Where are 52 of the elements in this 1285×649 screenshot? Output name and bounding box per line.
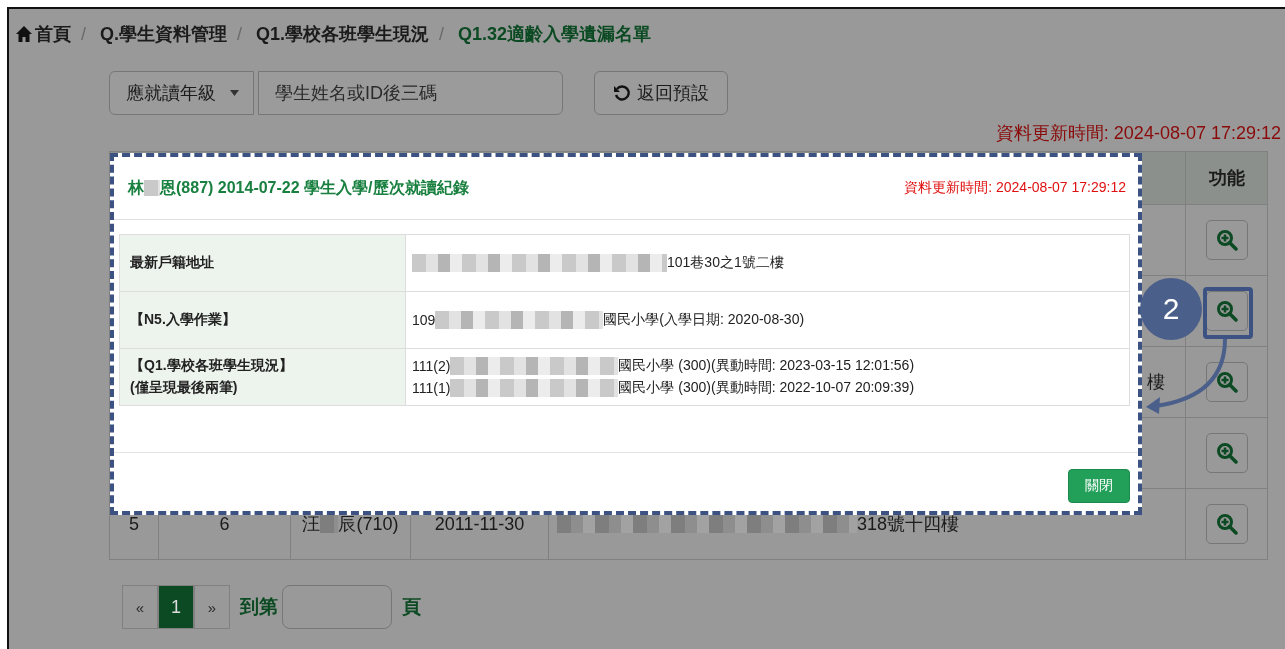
row-label: (僅呈現最後兩筆): [130, 379, 239, 397]
record-text: 101巷30之1號二樓: [667, 254, 784, 272]
row-label: 【Q1.學校各班學生現況】: [130, 357, 294, 375]
breadcrumb-link[interactable]: Q1.學校各班學生現況: [256, 22, 430, 46]
zoom-in-icon: [1215, 371, 1238, 393]
record-text: 國民小學 (300)(異動時間: 2023-03-15 12:01:56): [618, 357, 915, 375]
next-page-button[interactable]: »: [194, 585, 230, 629]
breadcrumb-link[interactable]: 首頁: [35, 22, 71, 46]
dialog-update-time: 資料更新時間: 2024-08-07 17:29:12: [904, 179, 1126, 197]
zoom-button[interactable]: [1205, 220, 1248, 260]
close-button[interactable]: 關閉: [1068, 469, 1130, 503]
caret-icon: [230, 90, 239, 96]
table-cell-text: 汪: [302, 513, 321, 536]
record-text: 國民小學 (300)(異動時間: 2022-10-07 20:09:39): [618, 379, 915, 397]
page-label: 頁: [402, 595, 421, 619]
grade-dropdown[interactable]: 應就讀年級: [109, 71, 254, 115]
zoom-button[interactable]: [1205, 504, 1248, 544]
column-header: 功能: [1186, 152, 1268, 205]
redacted-block: [320, 515, 339, 533]
breadcrumb-separator: /: [81, 23, 86, 45]
zoom-button[interactable]: [1205, 433, 1248, 473]
zoom-in-icon: [1215, 513, 1238, 535]
row-label: 【N5.入學作業】: [130, 311, 237, 329]
dialog-title: 恩(887) 2014-07-22 學生入學/歷次就讀紀錄: [160, 177, 469, 198]
record-text: 111(2): [412, 358, 451, 374]
page-number-field[interactable]: [282, 585, 392, 629]
page-button[interactable]: 1: [158, 585, 194, 629]
zoom-in-icon: [1215, 300, 1238, 322]
goto-label: 到第: [240, 595, 278, 619]
zoom-button[interactable]: [1205, 362, 1248, 402]
undo-icon: [613, 84, 631, 102]
table-cell-text: 辰(710): [338, 513, 399, 536]
zoom-button[interactable]: [1205, 291, 1248, 331]
record-text: 111(1): [412, 380, 451, 396]
home-icon: [15, 25, 33, 43]
redacted-block: [144, 180, 160, 196]
breadcrumb-link[interactable]: Q1.32適齡入學遺漏名單: [458, 22, 652, 46]
update-time: 資料更新時間: 2024-08-07 17:29:12: [994, 122, 1282, 145]
reset-button[interactable]: 返回預設: [594, 71, 728, 115]
previous-page-button[interactable]: «: [122, 585, 158, 629]
zoom-in-icon: [1215, 442, 1238, 464]
dialog-title: 林: [128, 177, 144, 198]
breadcrumb-separator: /: [237, 23, 243, 45]
breadcrumb-separator: /: [439, 23, 445, 45]
row-label: 最新戶籍地址: [130, 254, 215, 272]
step-badge: 2: [1140, 278, 1202, 340]
breadcrumb-link[interactable]: Q.學生資料管理: [100, 22, 228, 46]
zoom-in-icon: [1215, 229, 1238, 251]
record-text: 109: [412, 312, 436, 328]
record-text: 國民小學(入學日期: 2020-08-30): [603, 311, 805, 329]
table-cell-text: 318號十四樓: [857, 513, 960, 536]
search-field[interactable]: 學生姓名或ID後三碼: [258, 71, 563, 115]
